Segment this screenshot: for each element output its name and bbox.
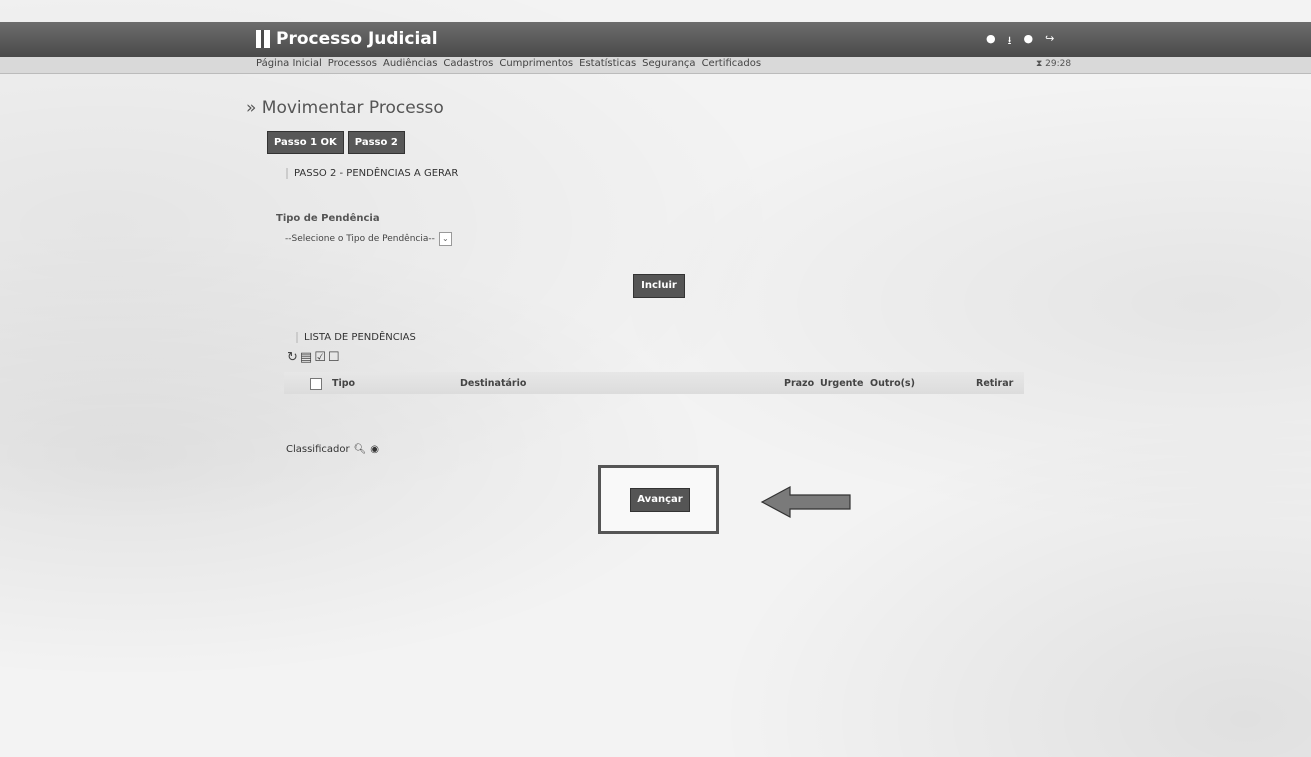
col-outros: Outro(s) (870, 378, 915, 389)
nav-item-cadastros[interactable]: Cadastros (443, 58, 493, 69)
col-retirar: Retirar (976, 378, 1014, 389)
tipo-pendencia-value: --Selecione o Tipo de Pendência-- (285, 234, 435, 244)
chevron-down-icon[interactable]: ⌄ (438, 232, 452, 246)
help-icon[interactable]: ● (986, 32, 996, 51)
document-icon[interactable]: ▤ (300, 350, 312, 365)
nav-item-pagina-inicial[interactable]: Página Inicial (256, 58, 322, 69)
tipo-pendencia-label: Tipo de Pendência (276, 213, 380, 224)
section-title: PASSO 2 - PENDÊNCIAS A GERAR (286, 168, 458, 179)
nav-item-cumprimentos[interactable]: Cumprimentos (499, 58, 573, 69)
header-icons: ● ⭳ ● ↪ (986, 32, 1054, 51)
pendencias-table-header: Tipo Destinatário Prazo Urgente Outro(s)… (284, 372, 1024, 394)
page-title: » Movimentar Processo (246, 98, 444, 118)
col-prazo: Prazo (784, 378, 815, 389)
refresh-icon[interactable]: ↻ (287, 350, 298, 365)
deselect-icon[interactable]: ☐ (328, 350, 340, 365)
col-urgente: Urgente (820, 378, 864, 389)
col-destinatario: Destinatário (460, 378, 527, 389)
select-all-checkbox[interactable] (310, 378, 322, 390)
main-nav: Página Inicial Processos Audiências Cada… (0, 57, 1311, 74)
classificador-label: Classificador (286, 444, 350, 455)
menu: Página Inicial Processos Audiências Cada… (256, 58, 761, 69)
chat-icon[interactable]: ● (1023, 32, 1033, 51)
arrow-left-icon (760, 485, 851, 519)
incluir-button[interactable]: Incluir (633, 274, 685, 298)
top-header: Processo Judicial ● ⭳ ● ↪ (0, 22, 1311, 57)
list-toolbar: ↻ ▤ ☑ ☐ (287, 350, 340, 365)
select-all-icon[interactable]: ☑ (314, 350, 326, 365)
col-tipo: Tipo (332, 378, 356, 389)
nav-item-processos[interactable]: Processos (328, 58, 377, 69)
app-title: Processo Judicial (276, 29, 438, 49)
nav-item-certificados[interactable]: Certificados (702, 58, 762, 69)
lista-title: LISTA DE PENDÊNCIAS (296, 332, 416, 343)
logout-icon[interactable]: ↪ (1045, 32, 1054, 51)
search-icon[interactable]: 🔍︎ (354, 444, 367, 455)
step-tabs: Passo 1 OK Passo 2 (267, 131, 405, 154)
nav-item-estatisticas[interactable]: Estatísticas (579, 58, 636, 69)
session-timer: ⧗ 29:28 (1036, 59, 1072, 69)
download-icon[interactable]: ⭳ (1008, 32, 1012, 51)
app-brand[interactable]: Processo Judicial (256, 29, 438, 49)
app-logo-icon (256, 30, 270, 48)
step-1-button[interactable]: Passo 1 OK (267, 131, 344, 154)
nav-item-audiencias[interactable]: Audiências (383, 58, 437, 69)
nav-item-seguranca[interactable]: Segurança (642, 58, 695, 69)
clear-icon[interactable]: ◉ (370, 444, 379, 455)
classificador-row: Classificador 🔍︎ ◉ (286, 444, 379, 455)
tipo-pendencia-select[interactable]: --Selecione o Tipo de Pendência-- ⌄ (285, 232, 452, 246)
step-2-button[interactable]: Passo 2 (347, 131, 405, 154)
avancar-button[interactable]: Avançar (630, 488, 690, 512)
